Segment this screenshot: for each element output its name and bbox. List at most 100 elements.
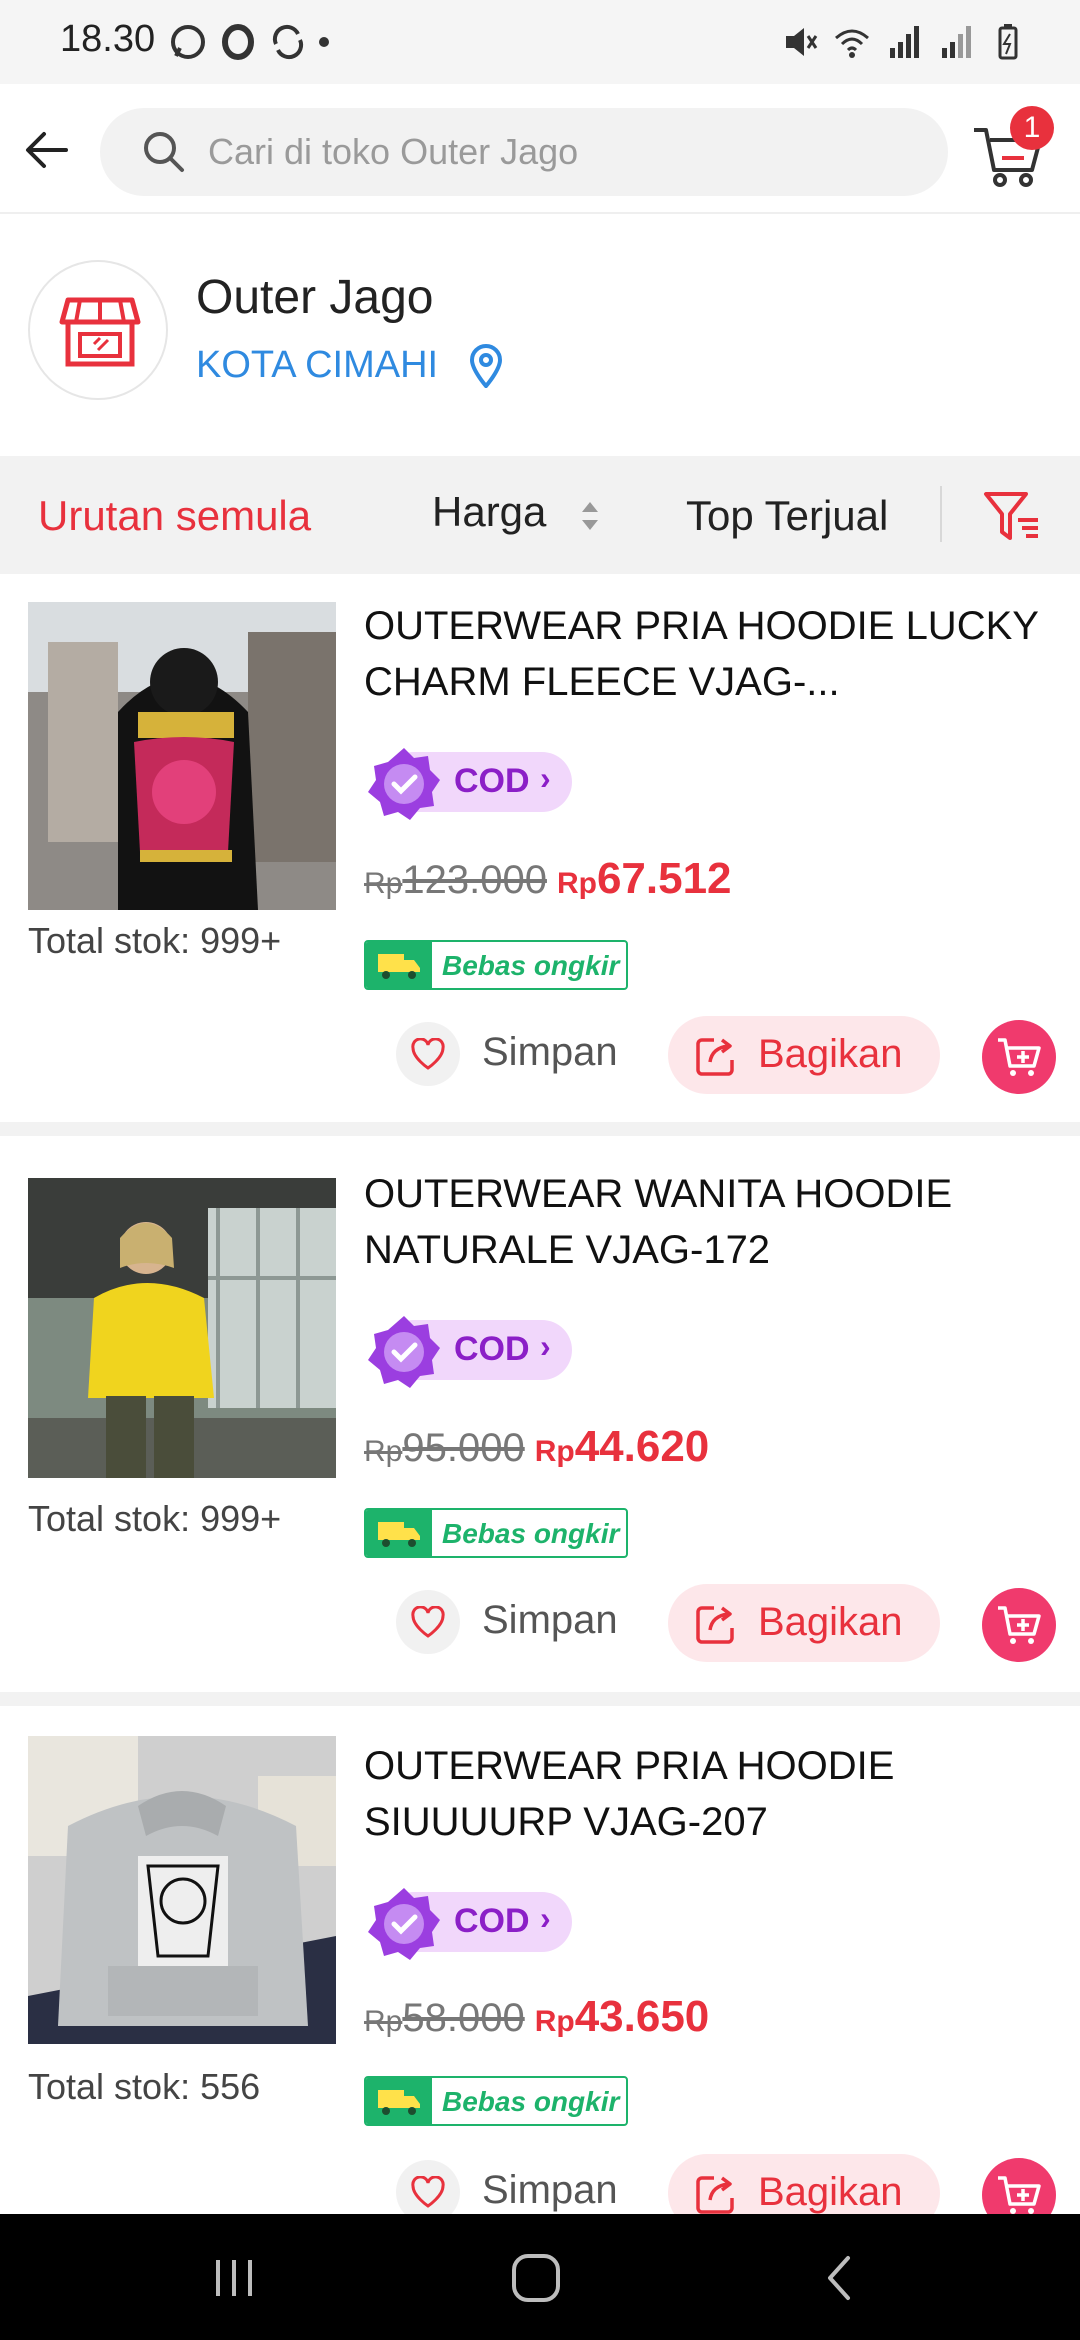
new-price-currency: Rp bbox=[534, 1435, 575, 1468]
share-label: Bagikan bbox=[758, 1600, 903, 1644]
notification-icons bbox=[168, 20, 330, 64]
search-placeholder: Cari di toko Outer Jago bbox=[208, 131, 579, 172]
shop-avatar[interactable] bbox=[28, 260, 168, 400]
new-price-currency: Rp bbox=[556, 867, 597, 900]
shop-city[interactable]: KOTA CIMAHI bbox=[196, 344, 438, 387]
share-label: Bagikan bbox=[758, 1032, 903, 1076]
chevron-right-icon: › bbox=[540, 1328, 551, 1364]
sort-price-tab[interactable]: Harga bbox=[432, 488, 546, 536]
cod-label: COD bbox=[454, 1330, 530, 1368]
stock-count: Total stok: 999+ bbox=[28, 1498, 282, 1539]
stock-count: Total stok: 999+ bbox=[28, 920, 282, 961]
system-nav-bar bbox=[0, 2214, 1080, 2340]
product-title[interactable]: OUTERWEAR PRIA HOODIE SIUUUURP VJAG-207 bbox=[364, 1738, 1044, 1850]
hoodie-photo-1 bbox=[28, 602, 336, 910]
product-card[interactable]: Total stok: 999+ OUTERWEAR WANITA HOODIE… bbox=[0, 1136, 1080, 1692]
cod-badge[interactable]: COD › bbox=[364, 744, 572, 820]
free-shipping-badge: Bebas ongkir bbox=[364, 940, 628, 990]
save-label: Simpan bbox=[482, 2168, 618, 2212]
old-price: 95.000 bbox=[402, 1426, 525, 1470]
new-price: 67.512 bbox=[596, 854, 732, 903]
cod-badge[interactable]: COD › bbox=[364, 1312, 572, 1388]
share-button[interactable]: Bagikan bbox=[668, 1016, 940, 1094]
verified-badge-icon bbox=[368, 748, 440, 820]
share-button[interactable]: Bagikan bbox=[668, 1584, 940, 1662]
free-shipping-badge: Bebas ongkir bbox=[364, 2076, 628, 2126]
cod-label: COD bbox=[454, 762, 530, 800]
new-price: 43.650 bbox=[574, 1992, 710, 2041]
new-price-currency: Rp bbox=[534, 2005, 575, 2038]
more-notifications-dot bbox=[319, 37, 329, 47]
new-price: 44.620 bbox=[574, 1422, 710, 1471]
chevron-right-icon: › bbox=[540, 760, 551, 796]
signal-2-icon bbox=[942, 26, 971, 58]
add-to-cart-button[interactable] bbox=[982, 1588, 1056, 1662]
wifi-icon bbox=[835, 29, 869, 58]
recent-apps-icon[interactable] bbox=[206, 2250, 262, 2306]
product-card[interactable]: Total stok: 999+ OUTERWEAR PRIA HOODIE L… bbox=[0, 574, 1080, 1122]
save-label: Simpan bbox=[482, 1030, 618, 1074]
product-image[interactable] bbox=[28, 602, 336, 910]
sort-top-sold-tab[interactable]: Top Terjual bbox=[686, 492, 888, 540]
product-title[interactable]: OUTERWEAR PRIA HOODIE LUCKY CHARM FLEECE… bbox=[364, 598, 1044, 710]
whatsapp-icon bbox=[171, 25, 205, 59]
save-button[interactable]: Simpan bbox=[396, 1584, 636, 1660]
filter-icon[interactable] bbox=[982, 486, 1042, 546]
signal-icon bbox=[890, 26, 919, 58]
back-icon[interactable] bbox=[812, 2250, 868, 2306]
search-input[interactable]: Cari di toko Outer Jago bbox=[100, 108, 948, 196]
save-label: Simpan bbox=[482, 1598, 618, 1642]
add-to-cart-button[interactable] bbox=[982, 2158, 1056, 2214]
location-pin-icon[interactable] bbox=[466, 344, 506, 388]
verified-badge-icon bbox=[368, 1316, 440, 1388]
sort-bar: Urutan semula Harga Top Terjual bbox=[0, 456, 1080, 574]
product-image[interactable] bbox=[28, 1736, 336, 2044]
free-shipping-label: Bebas ongkir bbox=[442, 2086, 620, 2117]
cod-label: COD bbox=[454, 1902, 530, 1940]
heart-icon bbox=[411, 1606, 445, 1638]
hoodie-photo-2 bbox=[28, 1178, 336, 1478]
cod-badge[interactable]: COD › bbox=[364, 1884, 572, 1960]
shop-info: Outer Jago KOTA CIMAHI bbox=[0, 214, 1080, 456]
product-card[interactable]: Total stok: 556 OUTERWEAR PRIA HOODIE SI… bbox=[0, 1706, 1080, 2214]
old-price-currency: Rp bbox=[364, 1435, 403, 1468]
heart-icon bbox=[411, 2176, 445, 2208]
sync-icon bbox=[272, 24, 304, 60]
product-title[interactable]: OUTERWEAR WANITA HOODIE NATURALE VJAG-17… bbox=[364, 1166, 1044, 1278]
card-separator bbox=[0, 1122, 1080, 1136]
verified-badge-icon bbox=[368, 1888, 440, 1960]
mute-icon bbox=[786, 28, 818, 56]
hoodie-photo-3 bbox=[28, 1736, 336, 2044]
save-button[interactable]: Simpan bbox=[396, 2154, 636, 2214]
status-time: 18.30 bbox=[60, 18, 156, 60]
sort-arrows-icon bbox=[582, 502, 598, 530]
top-bar: Cari di toko Outer Jago 1 bbox=[0, 84, 1080, 214]
sort-divider bbox=[940, 486, 942, 542]
share-button[interactable]: Bagikan bbox=[668, 2154, 940, 2214]
add-cart-icon bbox=[998, 1038, 1041, 1076]
home-icon[interactable] bbox=[508, 2250, 564, 2306]
old-price: 123.000 bbox=[402, 858, 547, 902]
back-arrow-icon[interactable] bbox=[18, 120, 78, 180]
share-icon bbox=[696, 2176, 734, 2214]
add-cart-icon bbox=[998, 2176, 1041, 2214]
share-icon bbox=[696, 1606, 734, 1644]
price-row: Rp58.000 Rp43.650 bbox=[364, 1992, 709, 2052]
old-price-currency: Rp bbox=[364, 2005, 403, 2038]
add-to-cart-button[interactable] bbox=[982, 1020, 1056, 1094]
old-price-currency: Rp bbox=[364, 867, 403, 900]
price-row: Rp123.000 Rp67.512 bbox=[364, 854, 732, 914]
share-label: Bagikan bbox=[758, 2170, 903, 2214]
price-row: Rp95.000 Rp44.620 bbox=[364, 1422, 709, 1482]
free-shipping-label: Bebas ongkir bbox=[442, 1518, 620, 1549]
add-cart-icon bbox=[998, 1606, 1041, 1644]
card-separator bbox=[0, 1692, 1080, 1706]
chevron-right-icon: › bbox=[540, 1900, 551, 1936]
sort-default-tab[interactable]: Urutan semula bbox=[38, 492, 311, 540]
save-button[interactable]: Simpan bbox=[396, 1016, 636, 1092]
free-shipping-badge: Bebas ongkir bbox=[364, 1508, 628, 1558]
cart-count-badge: 1 bbox=[1010, 106, 1054, 150]
opera-icon bbox=[222, 24, 254, 60]
truck-icon bbox=[378, 1522, 420, 1547]
product-image[interactable] bbox=[28, 1178, 336, 1486]
